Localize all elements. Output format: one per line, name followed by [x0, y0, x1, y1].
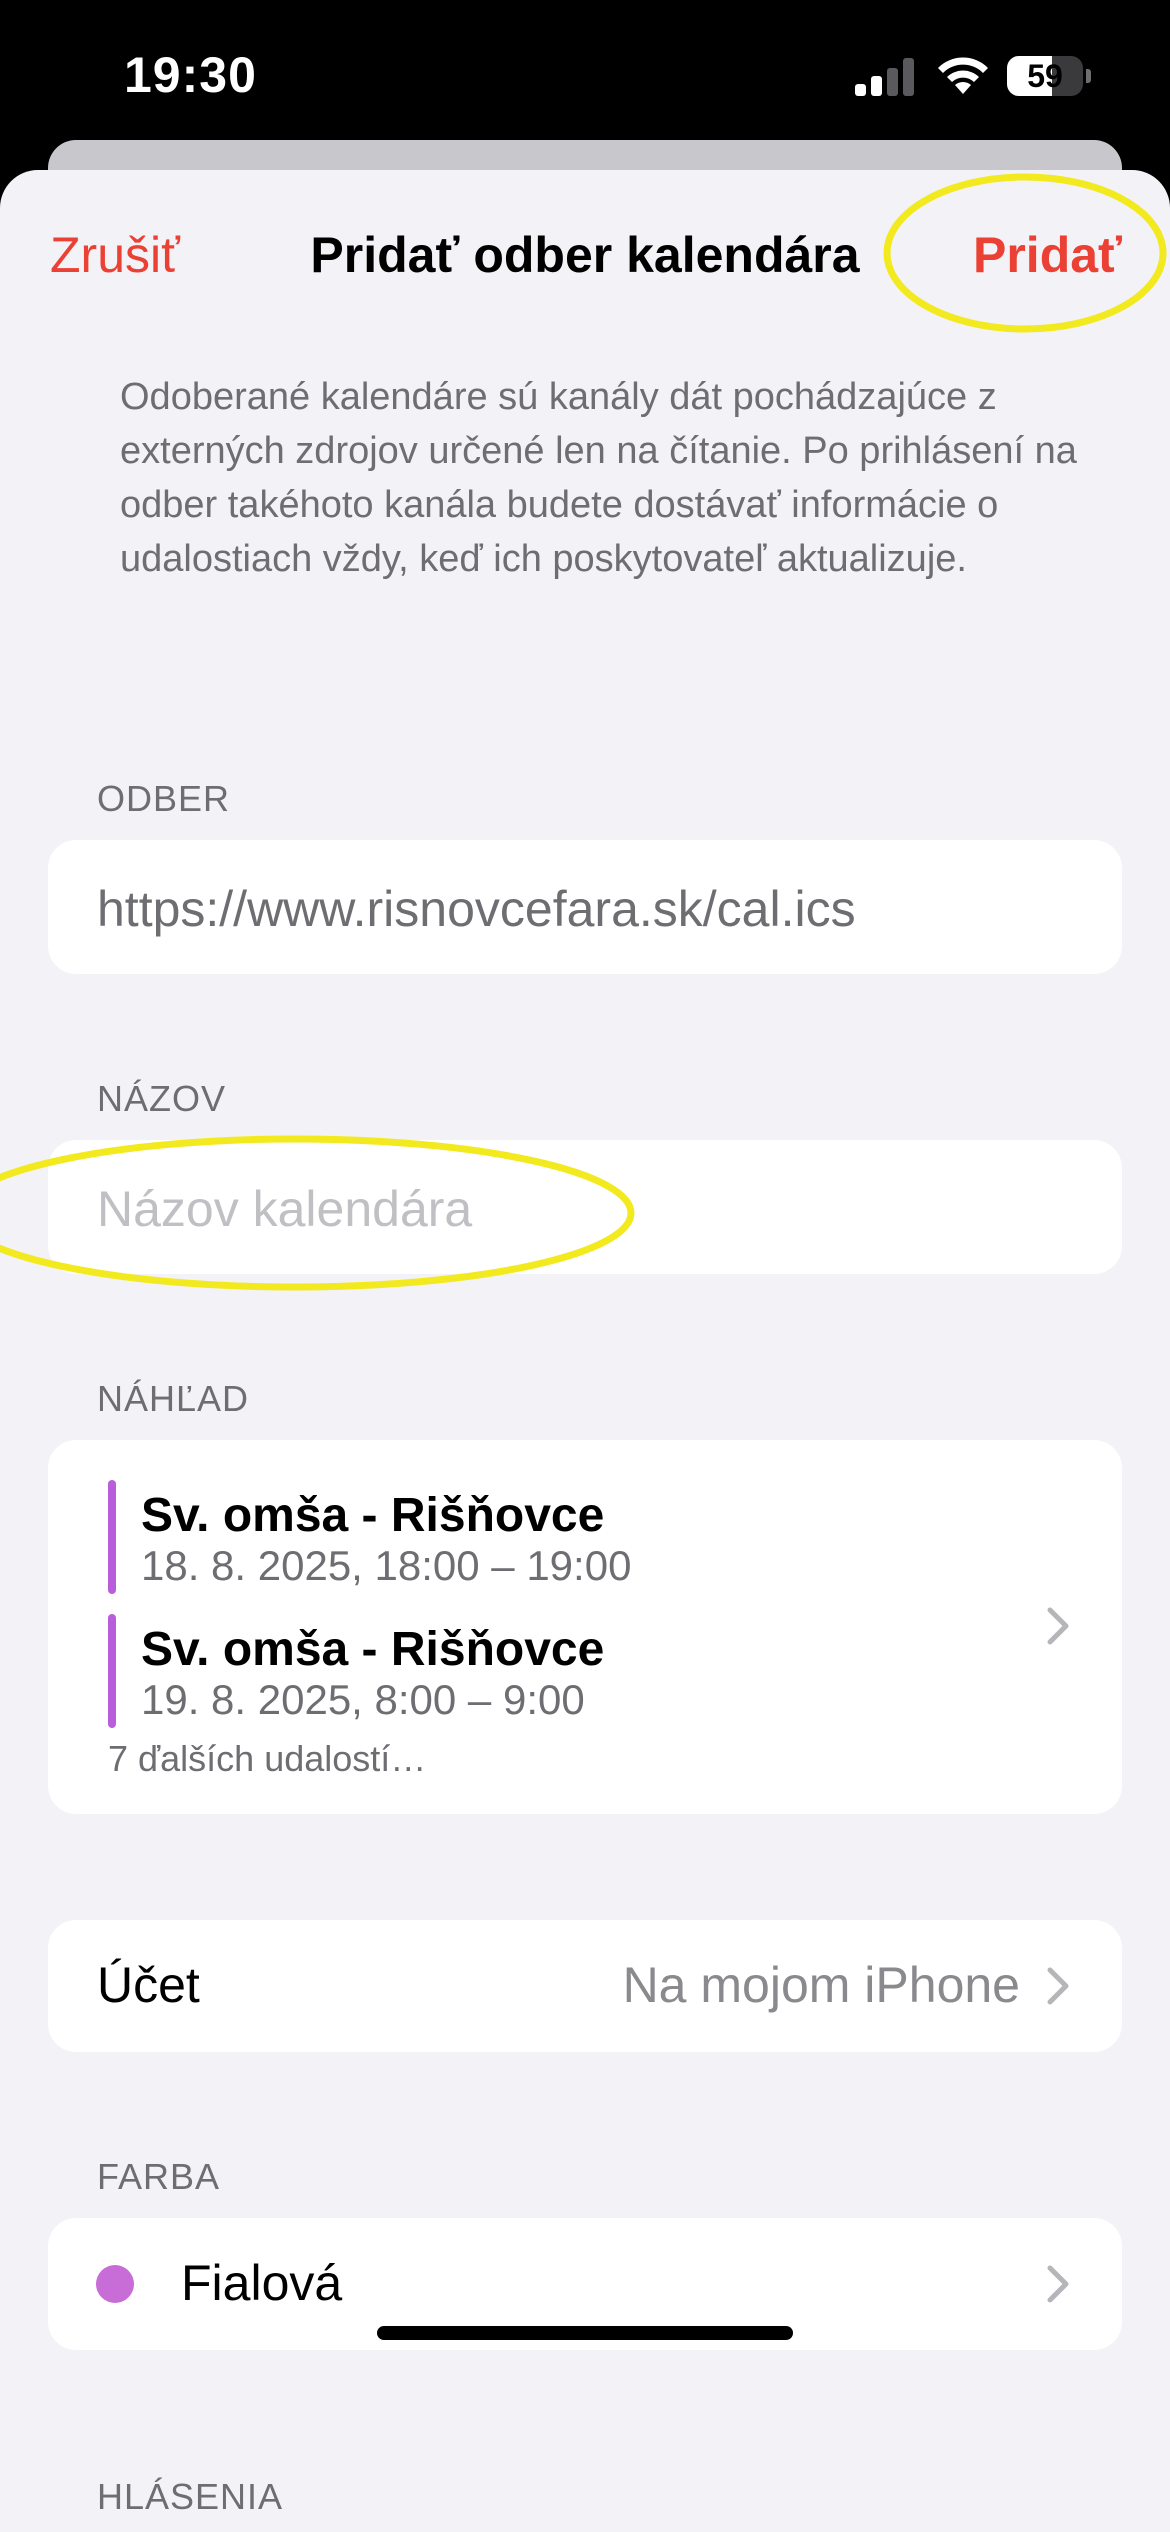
section-header-name: NÁZOV	[97, 1078, 227, 1119]
home-indicator	[377, 2326, 793, 2340]
info-text: Odoberané kalendáre sú kanály dát pochád…	[120, 376, 1077, 580]
color-label: Fialová	[181, 2255, 343, 2311]
more-events-label: 7 ďalších udalostí…	[108, 1738, 427, 1779]
cancel-button[interactable]: Zrušiť	[50, 226, 180, 284]
wifi-icon	[938, 57, 988, 94]
battery-icon: 59	[1007, 56, 1091, 96]
chevron-right-icon	[1047, 2265, 1069, 2303]
cellular-signal-icon	[855, 58, 915, 96]
event-time: 19. 8. 2025, 8:00 – 9:00	[141, 1676, 585, 1723]
chevron-right-icon	[1047, 1607, 1069, 1645]
add-subscription-sheet: Pridať odber kalendára Zrušiť Pridať Odo…	[0, 170, 1170, 2532]
subscription-url-value: https://www.risnovcefara.sk/cal.ics	[97, 881, 856, 937]
section-header-alerts: HLÁSENIA	[97, 2476, 284, 2517]
event-color-bar	[108, 1480, 116, 1594]
account-row[interactable]: Účet Na mojom iPhone	[48, 1920, 1122, 2052]
preview-event: Sv. omša - Rišňovce 18. 8. 2025, 18:00 –…	[108, 1480, 1008, 1594]
section-header-color: FARBA	[97, 2156, 221, 2197]
status-bar: 19:30 59	[0, 0, 1170, 150]
event-title: Sv. omša - Rišňovce	[141, 1623, 605, 1676]
highlight-ellipse-name	[0, 1135, 635, 1291]
event-time: 18. 8. 2025, 18:00 – 19:00	[141, 1542, 632, 1589]
account-label: Účet	[97, 1957, 200, 2013]
chevron-right-icon	[1047, 1967, 1069, 2005]
section-header-subscription: ODBER	[97, 778, 231, 819]
color-swatch	[96, 2265, 134, 2303]
battery-level: 59	[1027, 58, 1063, 94]
section-header-preview: NÁHĽAD	[97, 1378, 250, 1419]
account-value: Na mojom iPhone	[622, 1957, 1020, 2013]
event-color-bar	[108, 1614, 116, 1728]
preview-events-row[interactable]: Sv. omša - Rišňovce 18. 8. 2025, 18:00 –…	[48, 1440, 1122, 1814]
preview-event: Sv. omša - Rišňovce 19. 8. 2025, 8:00 – …	[108, 1614, 1008, 1728]
event-title: Sv. omša - Rišňovce	[141, 1489, 605, 1542]
subscription-url-field[interactable]: https://www.risnovcefara.sk/cal.ics	[48, 840, 1122, 974]
highlight-ellipse-add	[883, 173, 1167, 333]
status-time: 19:30	[124, 47, 257, 103]
